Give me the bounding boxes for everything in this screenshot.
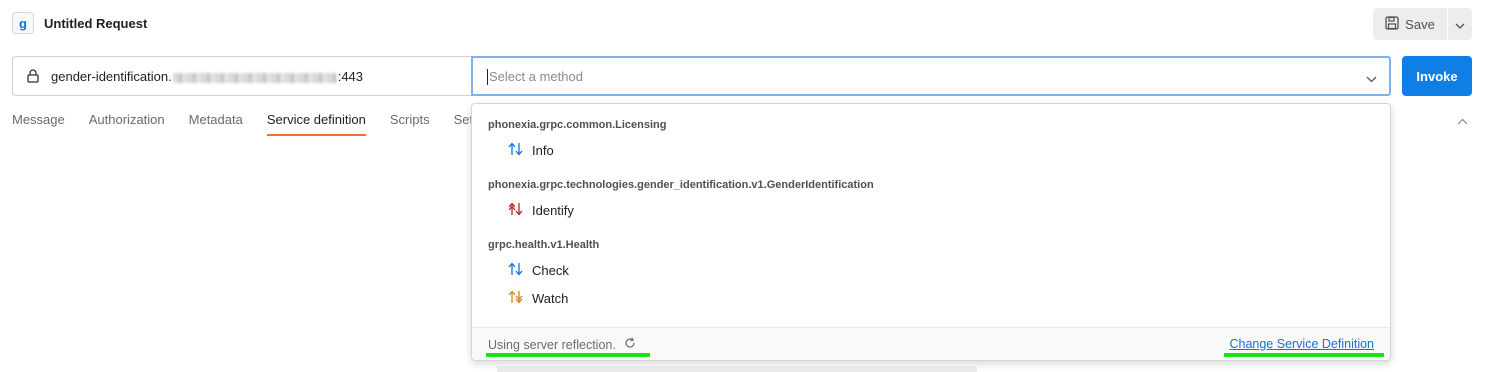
request-title[interactable]: Untitled Request [44, 16, 147, 31]
dropdown-footer: Using server reflection. Change Service … [472, 327, 1390, 360]
highlight-underline [1224, 353, 1384, 357]
save-button[interactable]: Save [1373, 8, 1447, 40]
server-reflection-status: Using server reflection. [488, 337, 636, 352]
method-dropdown-menu: phonexia.grpc.common.Licensing Info phon… [471, 103, 1391, 361]
method-item-identify[interactable]: Identify [508, 201, 574, 219]
tab-authorization[interactable]: Authorization [89, 112, 165, 136]
chevron-down-icon [1366, 71, 1377, 86]
method-label: Watch [532, 290, 569, 306]
lock-icon [27, 69, 39, 86]
save-options-dropdown[interactable] [1448, 8, 1472, 40]
method-item-info[interactable]: Info [508, 141, 554, 159]
request-header: g Untitled Request Save [0, 0, 1489, 48]
service-group-header: phonexia.grpc.common.Licensing [488, 119, 667, 131]
url-host-prefix: gender-identification. [51, 69, 172, 84]
floppy-disk-icon [1385, 15, 1399, 33]
server-streaming-arrows-icon [508, 290, 524, 307]
chevron-down-icon [1455, 17, 1465, 32]
highlight-underline [486, 353, 650, 357]
unary-arrows-icon [508, 142, 524, 159]
method-label: Check [532, 262, 569, 278]
reflection-status-text: Using server reflection. [488, 337, 616, 352]
save-button-label: Save [1405, 16, 1435, 32]
method-search-input[interactable]: Select a method [487, 69, 583, 85]
method-label: Identify [532, 202, 574, 218]
server-url-input[interactable]: gender-identification. :443 [12, 56, 472, 96]
grpc-request-icon: g [12, 12, 34, 34]
url-port: :443 [337, 69, 364, 84]
service-group-header: grpc.health.v1.Health [488, 239, 600, 251]
request-tabs: Message Authorization Metadata Service d… [12, 112, 497, 136]
redacted-domain [172, 72, 337, 83]
change-service-definition-link[interactable]: Change Service Definition [1229, 337, 1374, 351]
save-button-group: Save [1373, 8, 1472, 40]
tab-metadata[interactable]: Metadata [189, 112, 243, 136]
refresh-icon[interactable] [624, 337, 636, 352]
invoke-button[interactable]: Invoke [1402, 56, 1472, 96]
tab-service-definition[interactable]: Service definition [266, 112, 366, 136]
service-group-header: phonexia.grpc.technologies.gender_identi… [488, 179, 874, 191]
client-streaming-arrows-icon [508, 202, 524, 219]
server-url-text: gender-identification. :443 [51, 69, 363, 84]
method-item-watch[interactable]: Watch [508, 289, 568, 307]
method-select[interactable]: Select a method [471, 56, 1391, 96]
method-label: Info [532, 142, 554, 158]
method-item-check[interactable]: Check [508, 261, 569, 279]
background-panel-edge [497, 366, 977, 372]
tab-scripts[interactable]: Scripts [390, 112, 430, 136]
chevron-up-icon[interactable] [1457, 113, 1468, 128]
unary-arrows-icon [508, 262, 524, 279]
tab-message[interactable]: Message [12, 112, 65, 136]
